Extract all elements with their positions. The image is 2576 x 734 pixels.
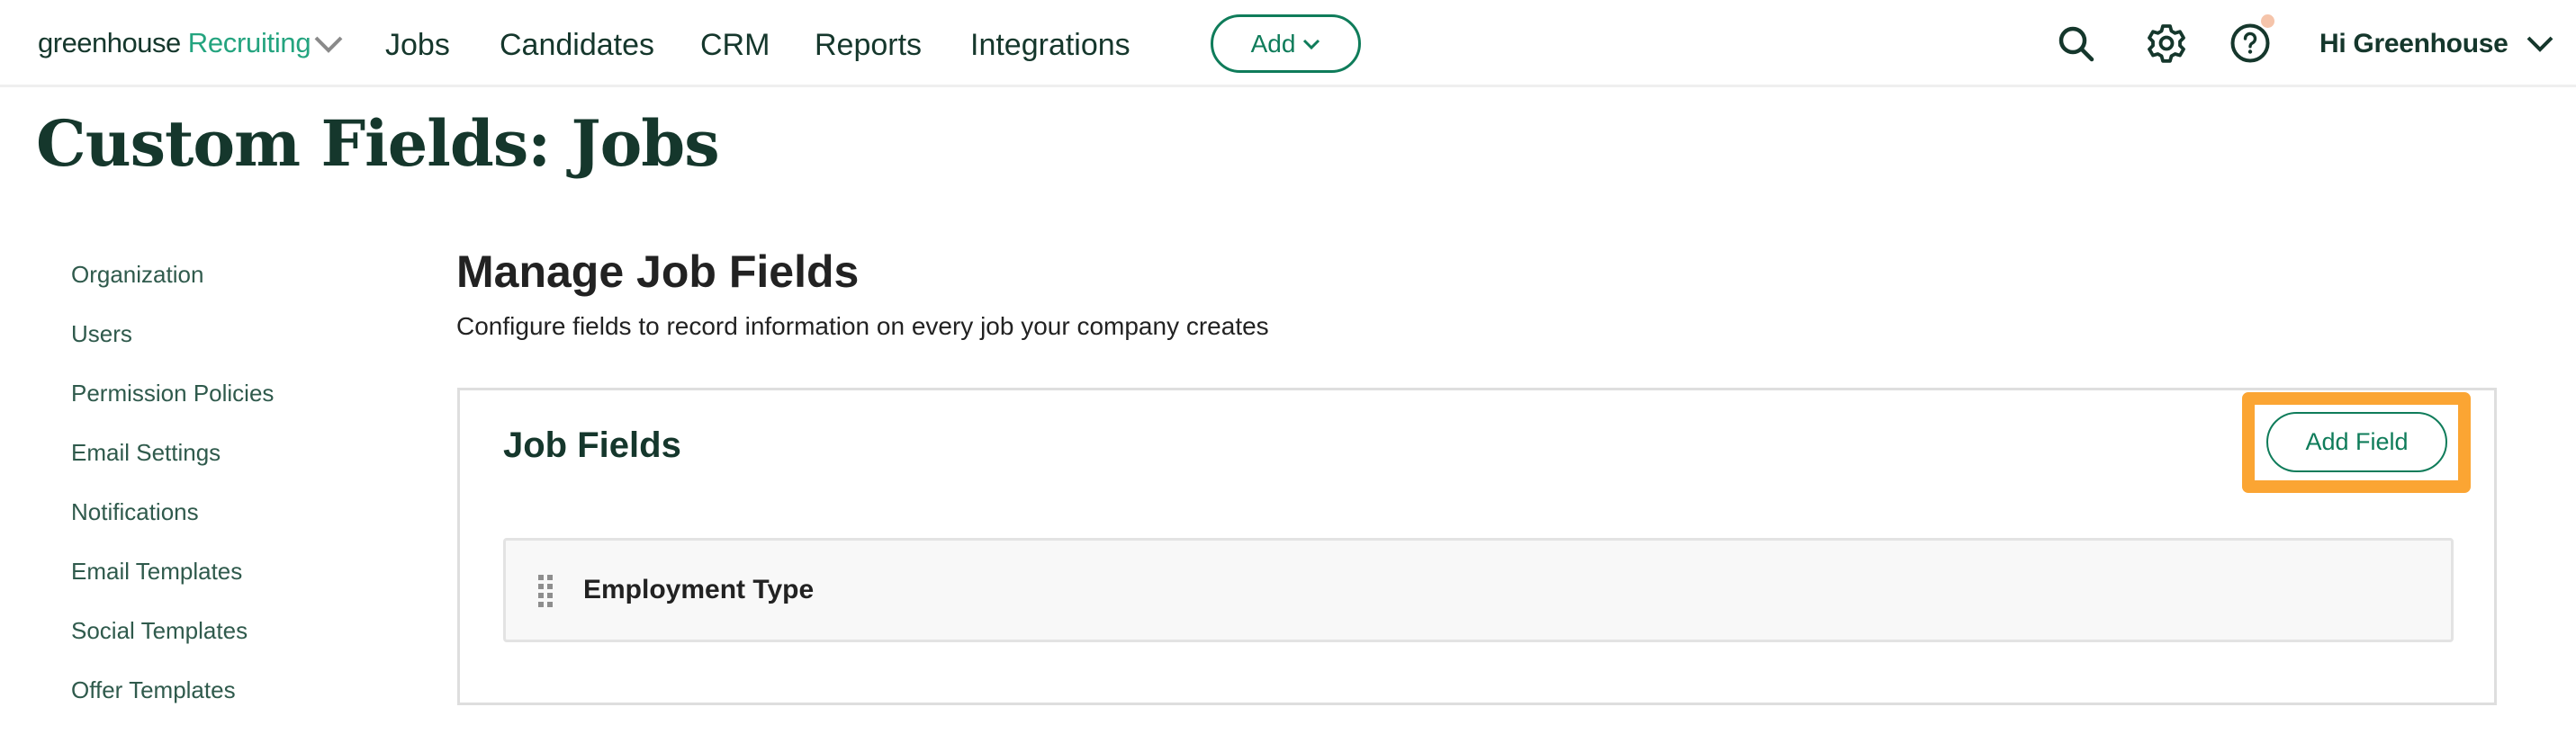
add-button-label: Add	[1250, 29, 1296, 58]
logo-product: Recruiting	[187, 27, 311, 58]
sidebar-item-notifications[interactable]: Notifications	[71, 494, 274, 553]
settings-sidebar: Organization Users Permission Policies E…	[71, 256, 274, 731]
user-greeting: Hi Greenhouse	[2319, 29, 2508, 58]
logo-brand: greenhouse	[38, 27, 181, 58]
sidebar-item-organization[interactable]: Organization	[71, 256, 274, 316]
sidebar-item-email-templates[interactable]: Email Templates	[71, 553, 274, 613]
top-navigation: greenhouse Recruiting Jobs Candidates CR…	[0, 0, 2576, 87]
nav-jobs[interactable]: Jobs	[385, 27, 450, 63]
user-menu[interactable]: Hi Greenhouse	[2319, 25, 2554, 63]
section-description: Configure fields to record information o…	[456, 312, 1269, 340]
nav-crm[interactable]: CRM	[700, 27, 770, 63]
chevron-down-icon	[314, 36, 343, 53]
add-button[interactable]: Add	[1211, 14, 1361, 73]
section-title: Manage Job Fields	[456, 246, 860, 297]
settings-button[interactable]	[2146, 22, 2187, 64]
search-icon	[2058, 26, 2094, 62]
search-button[interactable]	[2058, 25, 2095, 63]
help-button[interactable]	[2229, 22, 2271, 64]
sidebar-item-social-templates[interactable]: Social Templates	[71, 613, 274, 672]
page-title: Custom Fields: Jobs	[36, 106, 720, 181]
chevron-down-icon	[2527, 36, 2553, 52]
sidebar-item-users[interactable]: Users	[71, 316, 274, 375]
field-name[interactable]: Employment Type	[583, 572, 814, 608]
notification-dot	[2261, 14, 2274, 28]
job-fields-card: Job Fields Add Field Employment Type	[457, 388, 2497, 705]
card-title: Job Fields	[503, 425, 681, 465]
sidebar-item-email-settings[interactable]: Email Settings	[71, 434, 274, 494]
sidebar-item-offer-templates[interactable]: Offer Templates	[71, 672, 274, 731]
field-row[interactable]: Employment Type	[503, 538, 2454, 642]
nav-candidates[interactable]: Candidates	[500, 27, 654, 63]
nav-reports[interactable]: Reports	[815, 27, 922, 63]
gear-icon	[2148, 24, 2185, 63]
drag-handle-icon[interactable]	[538, 575, 554, 607]
nav-integrations[interactable]: Integrations	[970, 27, 1130, 63]
chevron-down-icon	[1303, 39, 1320, 49]
app-switcher[interactable]: greenhouse Recruiting	[38, 27, 343, 63]
add-field-button[interactable]: Add Field	[2266, 412, 2447, 472]
sidebar-item-permission-policies[interactable]: Permission Policies	[71, 375, 274, 434]
help-icon	[2230, 23, 2270, 63]
